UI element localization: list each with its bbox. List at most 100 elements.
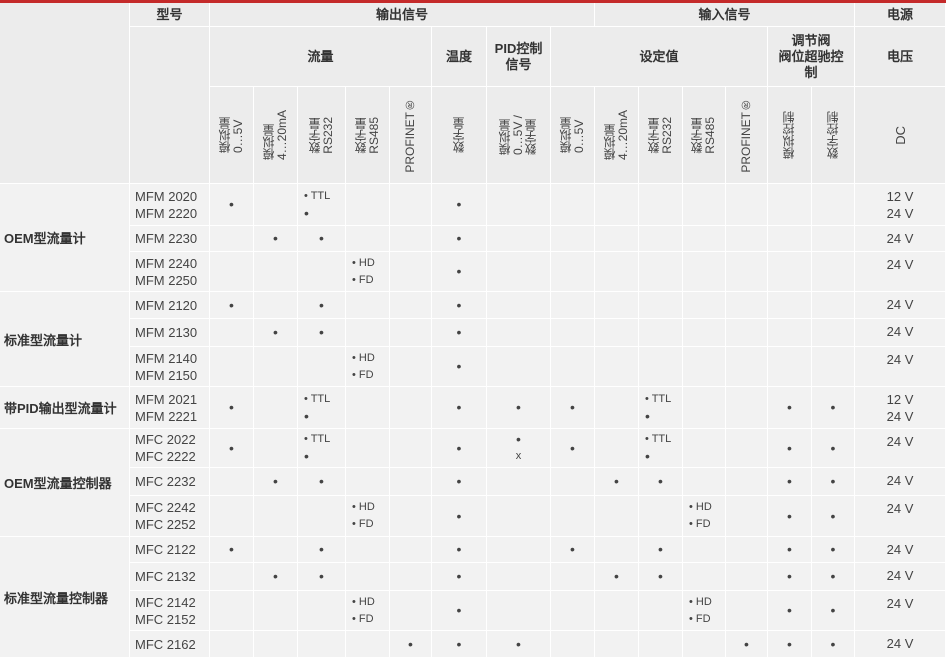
data-cell	[298, 347, 346, 387]
data-cell	[254, 387, 298, 429]
data-cell: • TTL •	[639, 429, 683, 468]
voltage-value: 12 V	[886, 391, 914, 407]
data-cell	[254, 537, 298, 563]
data-cell	[595, 429, 639, 468]
data-cell: • HD • FD	[683, 591, 726, 631]
group-label: OEM型流量计	[0, 184, 130, 292]
data-cell	[639, 591, 683, 631]
data-cell	[639, 226, 683, 252]
header-flow: 流量	[210, 27, 432, 87]
data-cell	[487, 496, 551, 537]
data-cell: •	[432, 591, 487, 631]
data-cell	[812, 252, 855, 292]
data-cell	[210, 252, 254, 292]
data-cell: •	[812, 468, 855, 496]
model-name: MFC 2252	[135, 517, 196, 532]
bullet-mark: •	[304, 407, 309, 424]
data-cell: •	[812, 631, 855, 658]
group-label: OEM型流量控制器	[0, 429, 130, 537]
data-cell	[487, 184, 551, 226]
bullet-mark: • TTL	[645, 433, 672, 445]
data-cell: •	[210, 387, 254, 429]
data-cell: •	[595, 468, 639, 496]
model-cell: MFM 2140 MFM 2150	[130, 347, 210, 387]
bullet-mark: •	[456, 602, 462, 618]
data-cell	[346, 537, 390, 563]
data-cell	[683, 292, 726, 319]
data-cell: • HD • FD	[683, 496, 726, 537]
voltage-value: 24 V	[886, 568, 914, 583]
header-col-label: 数字量 RS485	[690, 116, 717, 154]
voltage-value: 24 V	[886, 352, 914, 367]
data-cell: •	[432, 319, 487, 347]
data-cell	[487, 319, 551, 347]
data-cell	[346, 563, 390, 591]
voltage-value: 24 V	[886, 596, 914, 611]
data-cell: •	[432, 184, 487, 226]
data-cell: •	[595, 563, 639, 591]
voltage-cell: 24 V	[855, 563, 946, 591]
data-cell: •	[812, 429, 855, 468]
bullet-mark: •	[229, 399, 234, 415]
bullet-mark: • FD	[689, 518, 711, 530]
data-cell	[768, 226, 812, 252]
data-cell	[768, 292, 812, 319]
header-col-15: DC	[855, 87, 946, 184]
bullet-mark: •	[787, 473, 792, 489]
data-cell	[812, 184, 855, 226]
data-cell	[346, 292, 390, 319]
bullet-mark: • FD	[352, 612, 374, 625]
bullet-mark: •	[658, 541, 663, 557]
data-cell: •	[768, 429, 812, 468]
bullet-mark: •	[570, 439, 575, 456]
bullet-mark: • HD	[352, 351, 375, 364]
voltage-value: 24 V	[886, 434, 914, 449]
model-name: MFC 2022	[135, 432, 196, 447]
data-cell	[298, 252, 346, 292]
voltage-cell: 24 V	[855, 252, 946, 292]
data-cell: •	[210, 537, 254, 563]
data-cell	[683, 319, 726, 347]
bullet-mark: •	[456, 541, 462, 557]
data-cell	[768, 347, 812, 387]
data-cell: •	[551, 537, 595, 563]
data-cell	[726, 252, 768, 292]
data-cell: •	[298, 292, 346, 319]
header-col-11: 数字量 RS485	[683, 87, 726, 184]
header-col-label: PROFINET®	[403, 97, 417, 173]
data-cell	[595, 319, 639, 347]
data-cell: •	[432, 226, 487, 252]
bullet-mark: •	[456, 399, 462, 415]
data-cell	[346, 631, 390, 658]
model-name: MFM 2240	[135, 255, 198, 271]
data-cell: •	[487, 387, 551, 429]
data-cell	[210, 496, 254, 537]
bullet-mark: •	[658, 568, 663, 584]
bullet-mark: •	[830, 602, 836, 618]
model-name: MFM 2150	[135, 367, 198, 383]
bullet-mark: •	[408, 635, 413, 652]
model-cell: MFC 2132	[130, 563, 210, 591]
voltage-value: 24 V	[886, 324, 914, 339]
data-cell: •	[210, 292, 254, 319]
bullet-mark: • HD	[352, 501, 375, 513]
header-col-2: 模拟量 4…20mA	[254, 87, 298, 184]
bullet-mark: •	[516, 399, 521, 415]
header-setpoint: 设定值	[551, 27, 768, 87]
data-cell	[551, 468, 595, 496]
data-cell	[551, 631, 595, 658]
data-cell: •	[432, 292, 487, 319]
header-voltage: 电压	[855, 27, 946, 87]
data-cell	[551, 292, 595, 319]
bullet-mark: •	[830, 507, 836, 524]
bullet-mark: •	[319, 230, 324, 246]
data-cell	[726, 591, 768, 631]
data-cell: •	[254, 226, 298, 252]
voltage-cell: 24 V	[855, 319, 946, 347]
data-cell: •	[726, 631, 768, 658]
header-col-label: 数字量	[451, 117, 466, 153]
data-cell	[346, 226, 390, 252]
data-cell	[595, 591, 639, 631]
model-cell: MFM 2020 MFM 2220	[130, 184, 210, 226]
voltage-cell: 24 V	[855, 496, 946, 537]
